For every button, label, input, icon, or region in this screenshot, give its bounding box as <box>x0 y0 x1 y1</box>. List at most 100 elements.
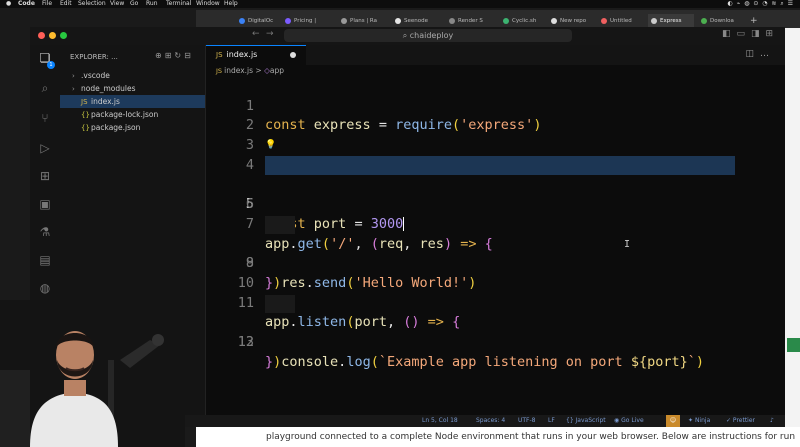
browser-tab[interactable]: Plans | Ra <box>338 14 382 28</box>
browser-tab[interactable]: Cyclic.sh <box>500 14 546 28</box>
search-icon[interactable]: ⌕ <box>38 81 52 96</box>
code-line[interactable]: 13 }) <box>206 313 785 370</box>
tab-favicon-icon <box>239 18 245 24</box>
code-line[interactable]: 9 }) <box>206 235 785 291</box>
tree-folder-vscode[interactable]: › .vscode <box>60 69 205 82</box>
remote-explorer-icon[interactable]: ▣ <box>38 197 52 211</box>
editor-area: JS index.js ◫… JS index.js > ◇app 1 const… <box>206 45 785 415</box>
editor-tab-label: index.js <box>226 50 258 59</box>
tab-favicon-icon <box>651 18 657 24</box>
docker-icon[interactable]: ▤ <box>38 253 52 267</box>
layout-toggle-icons[interactable]: ◧▭◨⊞ <box>722 29 779 39</box>
status-go-live[interactable]: ◉ Go Live <box>614 415 644 427</box>
webcam-overlay <box>0 300 185 447</box>
js-file-icon: JS <box>216 51 223 59</box>
code-line[interactable]: 8 res.send('Hello World!') <box>206 215 785 291</box>
browser-tab[interactable]: DigitalOc <box>236 14 278 28</box>
code-line[interactable]: 10 <box>206 254 785 291</box>
browser-tab[interactable]: New repo <box>548 14 594 28</box>
breadcrumb[interactable]: JS index.js > ◇app <box>216 66 284 75</box>
editor-tab-index-js[interactable]: JS index.js <box>206 45 306 65</box>
js-file-icon: JS <box>216 67 225 75</box>
browser-page-text: playground connected to a complete Node … <box>196 427 800 447</box>
code-line[interactable]: 4 <box>206 136 785 173</box>
menu-terminal[interactable]: Terminal <box>166 0 191 8</box>
menu-edit[interactable]: Edit <box>60 0 72 8</box>
tree-file-package-json[interactable]: {}package.json <box>60 121 205 134</box>
status-encoding[interactable]: UTF-8 <box>518 415 536 427</box>
github-icon <box>551 18 557 24</box>
code-line[interactable]: 1 const express = require('express') <box>206 77 785 134</box>
status-prettier[interactable]: ✓ Prettier <box>726 415 755 427</box>
indent-guide <box>265 215 295 234</box>
menu-app-name[interactable]: Code <box>18 0 35 8</box>
tree-file-package-lock[interactable]: {}package-lock.json <box>60 108 205 121</box>
page-chip <box>787 338 800 352</box>
tree-file-index-js[interactable]: JS index.js <box>60 95 205 108</box>
browser-tab[interactable]: Downloa <box>698 14 744 28</box>
search-icon: ⌕ <box>402 31 410 40</box>
browser-tab-active[interactable]: Express <box>648 14 694 28</box>
unsaved-dot-icon[interactable] <box>290 52 296 58</box>
code-editor[interactable]: 1 const express = require('express') 2 💡… <box>206 77 785 370</box>
code-line-current[interactable]: 5 const port = 3000 I <box>206 155 785 250</box>
title-bar: ← → ⌕ chaideploy ◧▭◨⊞ <box>30 27 785 45</box>
mac-menu-bar: ● Code File Edit Selection View Go Run T… <box>0 0 800 8</box>
minimize-window-button[interactable] <box>49 32 56 39</box>
menu-selection[interactable]: Selection <box>78 0 106 8</box>
browser-tab[interactable]: Untitled <box>598 14 644 28</box>
command-center-label: chaideploy <box>409 31 454 40</box>
menu-extras-icons: ◐ ⌁ ◍ ⊙ ◔ ≋ ⌕ ☰ <box>727 0 794 7</box>
status-ninja[interactable]: ✦ Ninja <box>688 415 710 427</box>
nav-forward-button[interactable]: → <box>266 29 274 39</box>
extensions-icon[interactable]: ⊞ <box>38 169 52 183</box>
github-icon[interactable]: ◍ <box>38 281 52 295</box>
source-control-icon[interactable]: ⑂ <box>38 111 52 125</box>
menu-run[interactable]: Run <box>146 0 158 8</box>
line-number: 13 <box>237 333 254 350</box>
code-line[interactable]: 2 💡 <box>206 97 785 150</box>
browser-tab-strip: DigitalOc Pricing | Plans | Ra Seenode R… <box>196 10 800 28</box>
apple-icon[interactable]: ● <box>6 0 11 8</box>
menu-window[interactable]: Window <box>196 0 220 8</box>
notifications-bell-icon[interactable]: ♪ <box>770 415 774 427</box>
nav-back-button[interactable]: ← <box>252 29 260 39</box>
tab-favicon-icon <box>503 18 509 24</box>
status-language[interactable]: {} JavaScript <box>566 415 606 427</box>
menu-help[interactable]: Help <box>224 0 238 8</box>
tab-favicon-icon <box>449 18 455 24</box>
code-line[interactable]: 7 app.get('/', (req, res) => { <box>206 195 785 252</box>
menu-go[interactable]: Go <box>130 0 138 8</box>
tab-favicon-icon <box>341 18 347 24</box>
selection-highlight <box>265 155 735 176</box>
zoom-window-button[interactable] <box>60 32 67 39</box>
status-indentation[interactable]: Spaces: 4 <box>476 415 505 427</box>
editor-actions[interactable]: ◫… <box>745 49 775 59</box>
tab-favicon-icon <box>395 18 401 24</box>
command-center-search[interactable]: ⌕ chaideploy <box>284 29 572 42</box>
code-line[interactable]: 12 console.log(`Example app listening on… <box>206 294 785 370</box>
browser-tab[interactable]: Render S <box>446 14 492 28</box>
explorer-title: EXPLORER: ... <box>70 53 118 61</box>
explorer-badge: 1 <box>47 61 55 69</box>
code-text: console.log(`Example app listening on po… <box>281 353 704 370</box>
status-cursor-position[interactable]: Ln 5, Col 18 <box>422 415 458 427</box>
menu-file[interactable]: File <box>42 0 52 8</box>
tab-favicon-icon <box>285 18 291 24</box>
code-line[interactable]: 11 app.listen(port, () => { <box>206 274 785 331</box>
close-window-button[interactable] <box>38 32 45 39</box>
tab-favicon-icon <box>601 18 607 24</box>
tree-folder-node-modules[interactable]: › node_modules <box>60 82 205 95</box>
menu-view[interactable]: View <box>110 0 124 8</box>
browser-tab[interactable]: Seenode <box>392 14 438 28</box>
browser-tab[interactable]: Pricing | <box>282 14 326 28</box>
new-tab-button[interactable]: + <box>748 14 760 28</box>
code-line[interactable]: 3 const app = express() <box>206 116 785 173</box>
testing-icon[interactable]: ⚗ <box>38 225 52 239</box>
copilot-icon[interactable]: ☺ <box>666 415 680 427</box>
file-tree: › .vscode › node_modules JS index.js {}pack… <box>60 69 205 134</box>
code-line[interactable]: 6 <box>206 175 785 212</box>
run-debug-icon[interactable]: ▷ <box>38 141 52 155</box>
status-eol[interactable]: LF <box>548 415 555 427</box>
explorer-actions[interactable]: ⊕⊞↻⊟ <box>155 51 194 60</box>
